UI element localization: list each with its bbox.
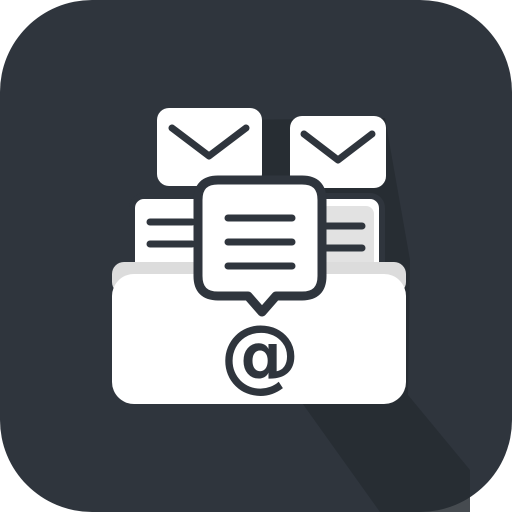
app-icon[interactable]: @	[0, 0, 512, 512]
chat-bubble-icon	[193, 175, 327, 317]
at-sign-icon: @	[220, 308, 300, 401]
inbox-icon-graphic: @	[0, 0, 512, 512]
envelope-icon	[157, 108, 262, 186]
